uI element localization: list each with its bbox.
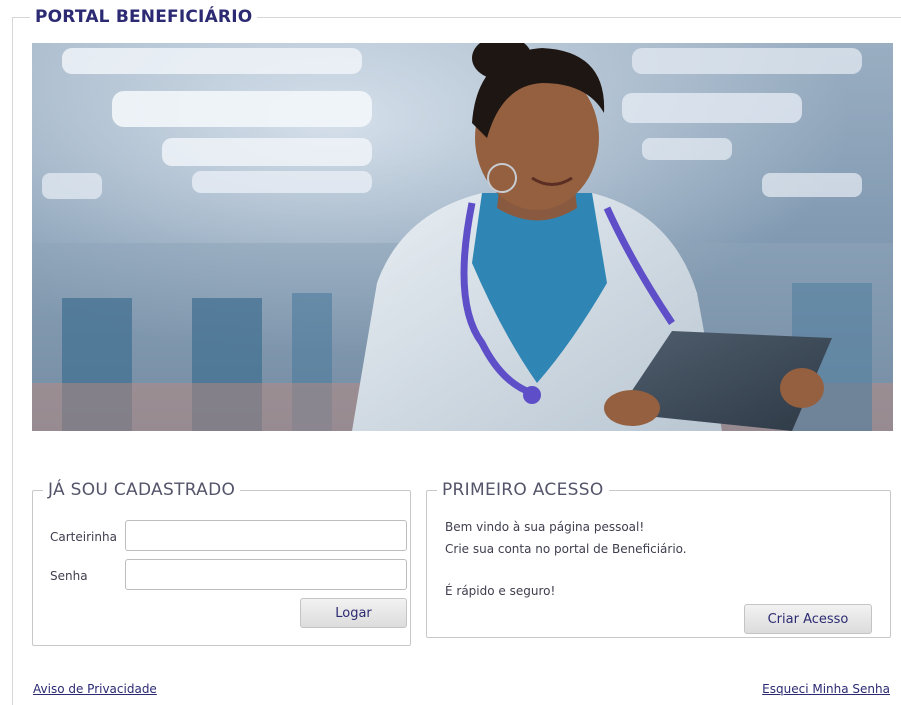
privacy-notice-link[interactable]: Aviso de Privacidade <box>33 682 157 696</box>
login-panel-title: JÁ SOU CADASTRADO <box>43 479 241 501</box>
portal-title: PORTAL BENEFICIÁRIO <box>30 6 258 28</box>
password-input[interactable] <box>125 559 407 590</box>
login-button[interactable]: Logar <box>300 598 407 628</box>
create-access-button[interactable]: Criar Acesso <box>744 604 872 634</box>
welcome-text: Bem vindo à sua página pessoal! <box>445 520 645 534</box>
card-number-label: Carteirinha <box>50 530 117 544</box>
card-number-input[interactable] <box>125 520 407 551</box>
forgot-password-link[interactable]: Esqueci Minha Senha <box>762 682 890 696</box>
password-label: Senha <box>50 569 88 583</box>
first-access-panel: PRIMEIRO ACESSO Bem vindo à sua página p… <box>426 479 891 638</box>
hero-image <box>32 43 893 431</box>
quick-secure-text: É rápido e seguro! <box>445 584 556 598</box>
create-account-text: Crie sua conta no portal de Beneficiário… <box>445 542 687 556</box>
first-access-panel-title: PRIMEIRO ACESSO <box>437 479 609 501</box>
doctor-hero-illustration <box>32 43 893 431</box>
login-panel: JÁ SOU CADASTRADO Carteirinha Senha Loga… <box>32 479 411 646</box>
